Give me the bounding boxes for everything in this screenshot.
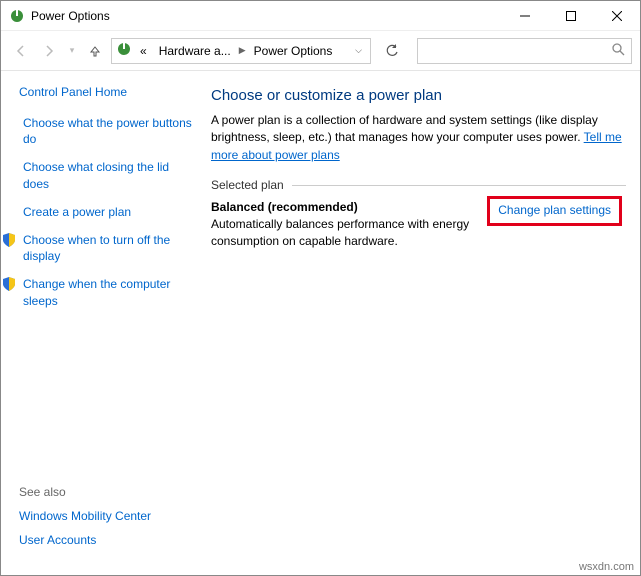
control-panel-home-link[interactable]: Control Panel Home [19, 85, 193, 99]
change-plan-settings-link[interactable]: Change plan settings [498, 203, 611, 217]
task-closing-lid[interactable]: Choose what closing the lid does [19, 159, 193, 191]
close-button[interactable] [594, 1, 640, 30]
task-link[interactable]: Choose what closing the lid does [23, 159, 193, 191]
breadcrumb-dropdown[interactable]: ⌵ [351, 45, 366, 56]
forward-button[interactable] [37, 39, 61, 63]
task-link[interactable]: Choose when to turn off the display [23, 232, 193, 264]
see-also-title: See also [19, 485, 151, 499]
see-also: See also Windows Mobility Center User Ac… [19, 485, 151, 547]
section-selected-plan: Selected plan [211, 178, 626, 192]
watermark: wsxdn.com [579, 561, 634, 573]
breadcrumb-power-options[interactable]: Power Options [250, 44, 337, 58]
window-controls [502, 1, 640, 30]
search-box[interactable] [417, 38, 632, 64]
power-options-icon [9, 8, 25, 24]
power-plan-row: Balanced (recommended) Automatically bal… [211, 200, 626, 250]
back-button[interactable] [9, 39, 33, 63]
task-link[interactable]: Change when the computer sleeps [23, 276, 193, 308]
power-options-icon [116, 41, 132, 60]
recent-locations-button[interactable]: ▾ [65, 39, 79, 63]
change-plan-settings-highlight: Change plan settings [487, 196, 622, 226]
divider [292, 185, 626, 186]
content-body: Control Panel Home Choose what the power… [1, 71, 640, 557]
search-icon[interactable] [612, 43, 625, 59]
task-computer-sleeps[interactable]: Change when the computer sleeps [19, 276, 193, 308]
maximize-button[interactable] [548, 1, 594, 30]
task-link[interactable]: Choose what the power buttons do [23, 115, 193, 147]
plan-description: Automatically balances performance with … [211, 216, 531, 250]
chevron-right-icon: ▶ [239, 45, 246, 56]
section-label: Selected plan [211, 178, 284, 192]
breadcrumb[interactable]: « Hardware a... ▶ Power Options ⌵ [111, 38, 371, 64]
task-turn-off-display[interactable]: Choose when to turn off the display [19, 232, 193, 264]
main-pane: Choose or customize a power plan A power… [201, 71, 640, 557]
page-heading: Choose or customize a power plan [211, 87, 626, 104]
see-also-user-accounts[interactable]: User Accounts [19, 533, 151, 547]
titlebar: Power Options [1, 1, 640, 31]
shield-icon [1, 276, 17, 296]
task-power-buttons[interactable]: Choose what the power buttons do [19, 115, 193, 147]
page-description: A power plan is a collection of hardware… [211, 112, 626, 164]
window-title: Power Options [31, 9, 110, 23]
description-text: A power plan is a collection of hardware… [211, 113, 598, 144]
minimize-button[interactable] [502, 1, 548, 30]
sidebar: Control Panel Home Choose what the power… [1, 71, 201, 557]
search-input[interactable] [424, 43, 612, 59]
task-link[interactable]: Create a power plan [23, 204, 131, 220]
navigation-bar: ▾ « Hardware a... ▶ Power Options ⌵ [1, 31, 640, 71]
see-also-mobility-center[interactable]: Windows Mobility Center [19, 509, 151, 523]
shield-icon [1, 232, 17, 252]
breadcrumb-hardware[interactable]: Hardware a... [155, 44, 235, 58]
up-button[interactable] [83, 39, 107, 63]
task-create-plan[interactable]: Create a power plan [19, 204, 193, 220]
refresh-button[interactable] [379, 38, 405, 64]
breadcrumb-prev-chevron[interactable]: « [136, 44, 151, 58]
